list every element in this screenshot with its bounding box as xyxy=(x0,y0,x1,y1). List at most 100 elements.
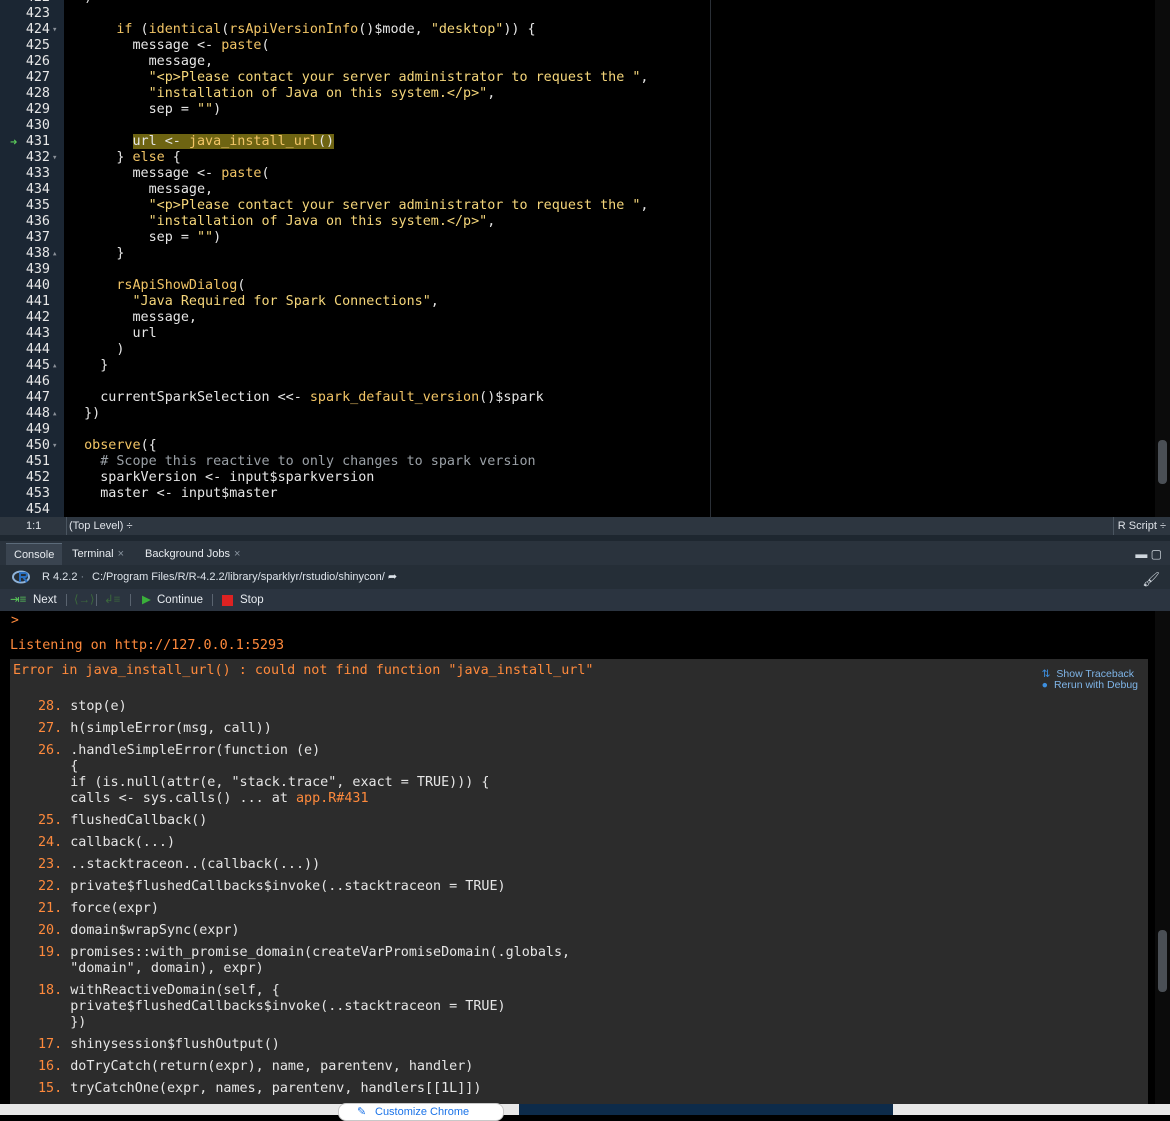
line-number[interactable]: 441 xyxy=(0,294,50,310)
code-line[interactable]: 430 xyxy=(0,118,1150,134)
code-line-current[interactable]: 431 ➜ url <- java_install_url() xyxy=(0,134,1150,150)
line-number[interactable]: 451 xyxy=(0,454,50,470)
traceback-frame[interactable]: 18. withReactiveDomain(self, { private$f… xyxy=(38,983,506,1031)
close-icon[interactable]: × xyxy=(118,548,124,560)
line-number[interactable]: 444 xyxy=(0,342,50,358)
traceback-frame[interactable]: 28. stop(e) xyxy=(38,699,127,715)
console-output[interactable]: > Listening on http://127.0.0.1:5293 Err… xyxy=(0,611,1155,1115)
minimize-icon[interactable]: ▬ xyxy=(1135,547,1147,561)
scope-selector[interactable]: (Top Level) ÷ xyxy=(66,517,133,535)
line-number[interactable]: 438 xyxy=(0,246,50,262)
code-line[interactable]: 437 sep = "") xyxy=(0,230,1150,246)
fold-toggle-icon[interactable]: ▴ xyxy=(52,358,62,374)
traceback-frame[interactable]: 16. doTryCatch(return(expr), name, paren… xyxy=(38,1059,473,1075)
line-number[interactable]: 440 xyxy=(0,278,50,294)
maximize-icon[interactable]: ▢ xyxy=(1151,547,1162,561)
line-number[interactable]: 433 xyxy=(0,166,50,182)
rerun-with-debug-link[interactable]: ● Rerun with Debug xyxy=(1042,680,1138,691)
code-line[interactable]: 447 currentSparkSelection <<- spark_defa… xyxy=(0,390,1150,406)
traceback-frame[interactable]: 22. private$flushedCallbacks$invoke(..st… xyxy=(38,879,506,895)
traceback-frame[interactable]: 24. callback(...) xyxy=(38,835,175,851)
code-line[interactable]: 444 ) xyxy=(0,342,1150,358)
code-line[interactable]: 423 xyxy=(0,6,1150,22)
fold-toggle-icon[interactable]: ▴ xyxy=(52,246,62,262)
line-number[interactable]: 429 xyxy=(0,102,50,118)
code-line[interactable]: 427 "<p>Please contact your server admin… xyxy=(0,70,1150,86)
code-line[interactable]: 440 rsApiShowDialog( xyxy=(0,278,1150,294)
code-line[interactable]: 446 xyxy=(0,374,1150,390)
line-number[interactable]: 454 xyxy=(0,502,50,517)
line-number[interactable]: 446 xyxy=(0,374,50,390)
traceback-frame[interactable]: 20. domain$wrapSync(expr) xyxy=(38,923,240,939)
line-number[interactable]: 447 xyxy=(0,390,50,406)
code-line[interactable]: 445 ▴ } xyxy=(0,358,1150,374)
code-line[interactable]: 424 ▾ if (identical(rsApiVersionInfo()$mo… xyxy=(0,22,1150,38)
line-number[interactable]: 425 xyxy=(0,38,50,54)
file-type-selector[interactable]: R Script ÷ xyxy=(1112,517,1166,535)
continue-button[interactable]: Continue xyxy=(157,589,203,611)
close-icon[interactable]: × xyxy=(234,548,240,560)
line-number[interactable]: 448 xyxy=(0,406,50,422)
code-line[interactable]: 453 master <- input$master xyxy=(0,486,1150,502)
code-line[interactable]: 436 "installation of Java on this system… xyxy=(0,214,1150,230)
line-number[interactable]: 445 xyxy=(0,358,50,374)
line-number[interactable]: 428 xyxy=(0,86,50,102)
code-line[interactable]: 450 ▾ observe({ xyxy=(0,438,1150,454)
line-number[interactable]: 449 xyxy=(0,422,50,438)
stop-button[interactable]: Stop xyxy=(240,589,264,611)
working-directory[interactable]: C:/Program Files/R/R-4.2.2/library/spark… xyxy=(92,565,397,589)
code-line[interactable]: 454 xyxy=(0,502,1150,517)
code-line[interactable]: 425 message <- paste( xyxy=(0,38,1150,54)
code-line[interactable]: 429 sep = "") xyxy=(0,102,1150,118)
next-button[interactable]: Next xyxy=(33,589,57,611)
line-number[interactable]: 427 xyxy=(0,70,50,86)
traceback-frame[interactable]: 15. tryCatchOne(expr, names, parentenv, … xyxy=(38,1081,481,1097)
line-number[interactable]: 430 xyxy=(0,118,50,134)
code-line[interactable]: 428 "installation of Java on this system… xyxy=(0,86,1150,102)
step-into-icon[interactable]: ⟨→⟩ xyxy=(74,589,94,611)
traceback-frame[interactable]: 26. .handleSimpleError(function (e) { if… xyxy=(38,743,489,807)
line-number[interactable]: 431 xyxy=(0,134,50,150)
clear-console-icon[interactable]: 🖌 xyxy=(1142,567,1160,591)
line-number[interactable]: 424 xyxy=(0,22,50,38)
code-line[interactable]: 449 xyxy=(0,422,1150,438)
code-line[interactable]: 451 # Scope this reactive to only change… xyxy=(0,454,1150,470)
line-number[interactable]: 434 xyxy=(0,182,50,198)
code-line[interactable]: 434 message, xyxy=(0,182,1150,198)
line-number[interactable]: 436 xyxy=(0,214,50,230)
code-line[interactable]: 433 message <- paste( xyxy=(0,166,1150,182)
tab-terminal[interactable]: Terminal × xyxy=(64,543,132,565)
code-line[interactable]: 441 "Java Required for Spark Connections… xyxy=(0,294,1150,310)
code-line[interactable]: 439 xyxy=(0,262,1150,278)
code-line[interactable]: 448 ▴ }) xyxy=(0,406,1150,422)
traceback-frame[interactable]: 19. promises::with_promise_domain(create… xyxy=(38,945,570,977)
traceback-frame[interactable]: 27. h(simpleError(msg, call)) xyxy=(38,721,272,737)
code-line[interactable]: 442 message, xyxy=(0,310,1150,326)
code-line[interactable]: 443 url xyxy=(0,326,1150,342)
line-number[interactable]: 452 xyxy=(0,470,50,486)
console-scrollbar[interactable] xyxy=(1155,611,1170,1104)
tab-background-jobs[interactable]: Background Jobs × xyxy=(137,543,248,565)
traceback-frame[interactable]: 25. flushedCallback() xyxy=(38,813,207,829)
traceback-frame[interactable]: 23. ..stacktraceon..(callback(...)) xyxy=(38,857,320,873)
source-editor[interactable]: 422 )423424▾ if (identical(rsApiVersionI… xyxy=(0,0,1170,517)
traceback-frame[interactable]: 17. shinysession$flushOutput() xyxy=(38,1037,280,1053)
line-number[interactable]: 426 xyxy=(0,54,50,70)
finish-function-icon[interactable]: ↲≡ xyxy=(104,589,120,611)
line-number[interactable]: 432 xyxy=(0,150,50,166)
fold-toggle-icon[interactable]: ▾ xyxy=(52,22,62,38)
line-number[interactable]: 453 xyxy=(0,486,50,502)
code-line[interactable]: 452 sparkVersion <- input$sparkversion xyxy=(0,470,1150,486)
line-number[interactable]: 423 xyxy=(0,6,50,22)
code-line[interactable]: 438 ▴ } xyxy=(0,246,1150,262)
code-line[interactable]: 426 message, xyxy=(0,54,1150,70)
line-number[interactable]: 450 xyxy=(0,438,50,454)
tab-console[interactable]: Console xyxy=(6,543,63,566)
line-number[interactable]: 439 xyxy=(0,262,50,278)
fold-toggle-icon[interactable]: ▴ xyxy=(52,406,62,422)
fold-toggle-icon[interactable]: ▾ xyxy=(52,438,62,454)
line-number[interactable]: 442 xyxy=(0,310,50,326)
fold-toggle-icon[interactable]: ▾ xyxy=(52,150,62,166)
code-line[interactable]: 435 "<p>Please contact your server admin… xyxy=(0,198,1150,214)
line-number[interactable]: 435 xyxy=(0,198,50,214)
